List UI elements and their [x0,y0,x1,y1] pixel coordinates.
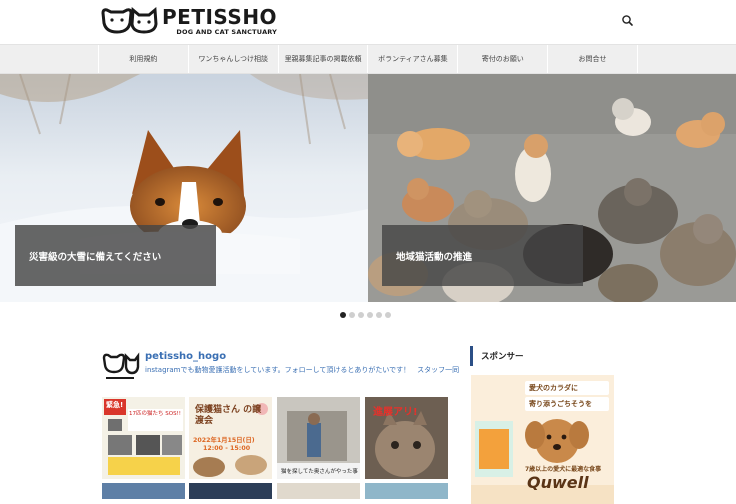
slider-dot[interactable] [349,312,355,318]
instagram-post[interactable]: 猫を探してた奥さんがやった事 [277,397,360,479]
post-date: 2022年1月15日(日) [193,437,255,444]
slider-pagination [340,312,391,318]
post-time: 12:00 - 15:00 [203,445,251,452]
nav-item-donation[interactable]: 寄付のお願い [457,45,547,73]
instagram-post[interactable]: 進展アリ! [365,397,448,479]
nav-item-adoption-request[interactable]: 里親募集記事の掲載依頼 [277,45,368,73]
instagram-post[interactable] [365,483,448,499]
instagram-post[interactable]: 保護猫さん の譲渡会 2022年1月15日(日) 12:00 - 15:00 [189,397,272,479]
instagram-username[interactable]: petissho_hogo [145,351,226,362]
post-title: 進展アリ! [373,407,418,418]
post-title: 保護猫さん の譲渡会 [195,405,262,427]
sponsor-heading: スポンサー [470,346,616,366]
hero-slider: 災害級の大雪に備えてください 地域猫活動の推進 [0,74,736,302]
slider-dot[interactable] [376,312,382,318]
slider-dot[interactable] [340,312,346,318]
ad-headline: 愛犬のカラダに [529,384,578,392]
ad-tagline: 7歳以上の愛犬に最適な食事 [525,466,602,473]
slide-caption[interactable]: 地域猫活動の推進 [382,225,583,286]
instagram-post[interactable] [102,483,185,499]
instagram-post[interactable] [277,483,360,499]
slide-cats[interactable]: 地域猫活動の推進 [368,74,736,302]
slide-snow-dog[interactable]: 災害級の大雪に備えてください [0,74,368,302]
global-nav: 利用規約 ワンちゃんしつけ相談 里親募集記事の掲載依頼 ボランティアさん募集 寄… [0,44,736,74]
post-caption: 17匹の猫たち SOS!! [129,411,181,417]
post-badge: 緊急! [106,401,124,409]
nav-item-volunteer[interactable]: ボランティアさん募集 [367,45,457,73]
slider-dot[interactable] [385,312,391,318]
slider-dot[interactable] [358,312,364,318]
nav-item-dog-training[interactable]: ワンちゃんしつけ相談 [187,45,278,73]
site-header: PETISSHO DOG AND CAT SANCTUARY [0,0,736,44]
sponsor-banner[interactable]: 愛犬のカラダに 寄り添うごちそうを 7歳以上の愛犬に最適な食事 Quwell [471,375,614,504]
slider-dot[interactable] [367,312,373,318]
nav-item-contact[interactable]: お問合せ [547,45,638,73]
dog-cat-logo-icon [101,7,158,34]
instagram-avatar[interactable] [100,350,140,384]
site-logo[interactable]: PETISSHO DOG AND CAT SANCTUARY [101,6,277,36]
instagram-post[interactable]: 緊急! 17匹の猫たち SOS!! [102,397,185,479]
instagram-post[interactable] [189,483,272,499]
ad-headline: 寄り添うごちそうを [529,400,592,408]
slide-caption[interactable]: 災害級の大雪に備えてください [15,225,216,286]
nav-item-terms[interactable]: 利用規約 [98,45,188,73]
search-icon[interactable] [620,13,636,29]
logo-tagline: DOG AND CAT SANCTUARY [176,27,278,36]
ad-brand: Quwell [527,473,589,492]
logo-name: PETISSHO [162,4,278,29]
instagram-description[interactable]: instagramでも動物愛護活動をしています。フォローして頂けるとありがたいで… [145,365,459,375]
post-caption: 猫を探してた奥さんがやった事 [281,469,358,475]
